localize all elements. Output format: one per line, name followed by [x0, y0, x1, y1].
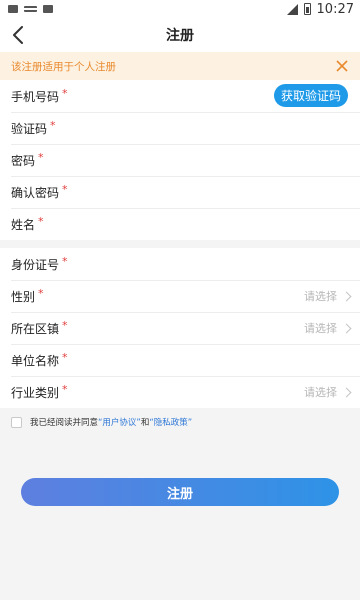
org-field[interactable]: 单位名称 *: [0, 344, 360, 376]
district-select[interactable]: 请选择: [304, 312, 352, 344]
name-label: 姓名: [11, 217, 36, 232]
privacy-policy-link[interactable]: “隐私政策”: [149, 416, 192, 428]
chevron-left-icon: [13, 26, 23, 44]
chevron-right-icon: [341, 323, 352, 333]
notice-text: 该注册适用于个人注册: [11, 60, 116, 73]
password-label: 密码: [11, 153, 36, 168]
nav-bar: 注册: [0, 18, 360, 52]
required-mark: *: [62, 350, 68, 364]
required-mark: *: [62, 182, 68, 196]
name-field[interactable]: 姓名 *: [0, 208, 360, 240]
chevron-right-icon: [341, 387, 352, 397]
status-time: 10:27: [316, 1, 354, 17]
gender-label: 性别: [11, 289, 36, 304]
personal-info-group: 身份证号 * 性别 * 请选择 所在区镇 * 请选择 单位名称 * 行业类别 * 请选择: [0, 248, 360, 408]
required-mark: *: [50, 118, 56, 132]
agreement-row: 我已经阅读并同意 “用户协议” 和 “隐私政策”: [11, 416, 192, 428]
close-icon: [336, 60, 348, 72]
district-label: 所在区镇: [11, 321, 60, 336]
org-label: 单位名称: [11, 353, 60, 368]
district-field[interactable]: 所在区镇 * 请选择: [0, 312, 360, 344]
keyboard-notification-icon: [24, 6, 37, 12]
get-code-button[interactable]: 获取验证码: [273, 84, 348, 107]
agreement-text: 我已经阅读并同意 “用户协议” 和 “隐私政策”: [30, 416, 192, 428]
password-field[interactable]: 密码 *: [0, 144, 360, 176]
chevron-right-icon: [341, 291, 352, 301]
industry-placeholder: 请选择: [304, 386, 337, 399]
battery-icon: [303, 3, 311, 15]
code-label: 验证码: [11, 121, 48, 136]
id-number-label: 身份证号: [11, 257, 60, 272]
gender-placeholder: 请选择: [304, 290, 337, 303]
back-button[interactable]: [8, 25, 28, 45]
required-mark: *: [62, 382, 68, 396]
agreement-checkbox[interactable]: [11, 416, 22, 428]
phone-field[interactable]: 手机号码 * 获取验证码: [0, 80, 360, 112]
confirm-password-label: 确认密码: [11, 185, 60, 200]
user-agreement-link[interactable]: “用户协议”: [98, 416, 141, 428]
required-mark: *: [62, 318, 68, 332]
gender-field[interactable]: 性别 * 请选择: [0, 280, 360, 312]
account-info-group: 手机号码 * 获取验证码 验证码 * 密码 * 确认密码 * 姓名 *: [0, 80, 360, 240]
signal-icon: [286, 3, 298, 15]
agreement-and: 和: [140, 418, 150, 428]
confirm-password-field[interactable]: 确认密码 *: [0, 176, 360, 208]
status-bar: 10:27: [0, 0, 360, 18]
id-number-field[interactable]: 身份证号 *: [0, 248, 360, 280]
required-mark: *: [62, 86, 68, 100]
industry-label: 行业类别: [11, 385, 60, 400]
required-mark: *: [62, 254, 68, 268]
industry-field[interactable]: 行业类别 * 请选择: [0, 376, 360, 408]
industry-select[interactable]: 请选择: [304, 376, 352, 408]
image-notification-icon: [8, 5, 18, 13]
gender-select[interactable]: 请选择: [304, 280, 352, 312]
app-notification-icon: [43, 5, 53, 13]
phone-label: 手机号码: [11, 89, 60, 104]
register-button[interactable]: 注册: [21, 478, 339, 506]
close-notice-button[interactable]: [334, 58, 350, 74]
district-placeholder: 请选择: [304, 322, 337, 335]
required-mark: *: [38, 286, 44, 300]
page-title: 注册: [166, 28, 194, 44]
code-field[interactable]: 验证码 *: [0, 112, 360, 144]
notice-banner: 该注册适用于个人注册: [0, 52, 360, 80]
required-mark: *: [38, 150, 44, 164]
agreement-prefix: 我已经阅读并同意: [30, 418, 99, 428]
required-mark: *: [38, 214, 44, 228]
